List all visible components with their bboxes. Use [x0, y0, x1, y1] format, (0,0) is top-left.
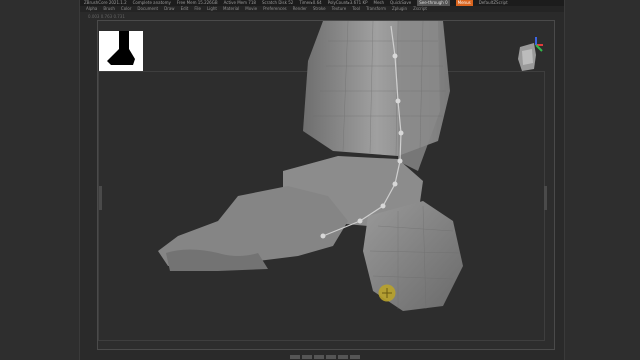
left-outer-panel [0, 0, 79, 360]
transform-gizmo-icon[interactable] [378, 284, 396, 302]
menu-item[interactable]: Tool [352, 6, 360, 12]
menu-item[interactable]: Document [137, 6, 158, 12]
bottom-tray-tabs [290, 355, 360, 359]
left-tray-handle[interactable] [99, 186, 102, 210]
menu-item[interactable]: Transform [366, 6, 386, 12]
menu-item[interactable]: Zscript [413, 6, 427, 12]
menu-item[interactable]: Color [121, 6, 131, 12]
right-tray-handle[interactable] [544, 186, 547, 210]
menu-item[interactable]: Stroke [313, 6, 326, 12]
menu-item[interactable]: Render [293, 6, 307, 12]
navigation-cube-icon[interactable] [512, 35, 546, 75]
menu-item[interactable]: Texture [332, 6, 347, 12]
menu-item[interactable]: Material [223, 6, 239, 12]
reference-thumbnail[interactable] [99, 31, 143, 71]
tray-tab[interactable] [350, 355, 360, 359]
menu-item[interactable]: Draw [164, 6, 174, 12]
foot-model[interactable] [98, 21, 554, 349]
main-menu-bar: Alpha Brush Color Document Draw Edit Fil… [80, 6, 564, 12]
tray-tab[interactable] [314, 355, 324, 359]
menu-item[interactable]: Edit [181, 6, 189, 12]
menu-item[interactable]: Brush [103, 6, 115, 12]
menu-item[interactable]: Movie [245, 6, 257, 12]
fibula-bone [398, 21, 440, 171]
tray-tab[interactable] [326, 355, 336, 359]
foot-silhouette-icon [107, 31, 135, 65]
menu-item[interactable]: Alpha [86, 6, 97, 12]
menu-item[interactable]: Zplugin [392, 6, 407, 12]
3d-viewport[interactable] [97, 20, 555, 350]
tray-tab[interactable] [302, 355, 312, 359]
menu-item[interactable]: Preferences [263, 6, 287, 12]
right-outer-panel [565, 0, 640, 360]
tray-tab[interactable] [290, 355, 300, 359]
coordinates-readout: 0.003 0.763 0.731 [88, 14, 125, 19]
menu-item[interactable]: Light [207, 6, 217, 12]
zbrush-window: ZBrushCore 2021.1.2 Complete anatomy Fre… [79, 0, 565, 360]
tray-tab[interactable] [338, 355, 348, 359]
menu-item[interactable]: File [194, 6, 201, 12]
